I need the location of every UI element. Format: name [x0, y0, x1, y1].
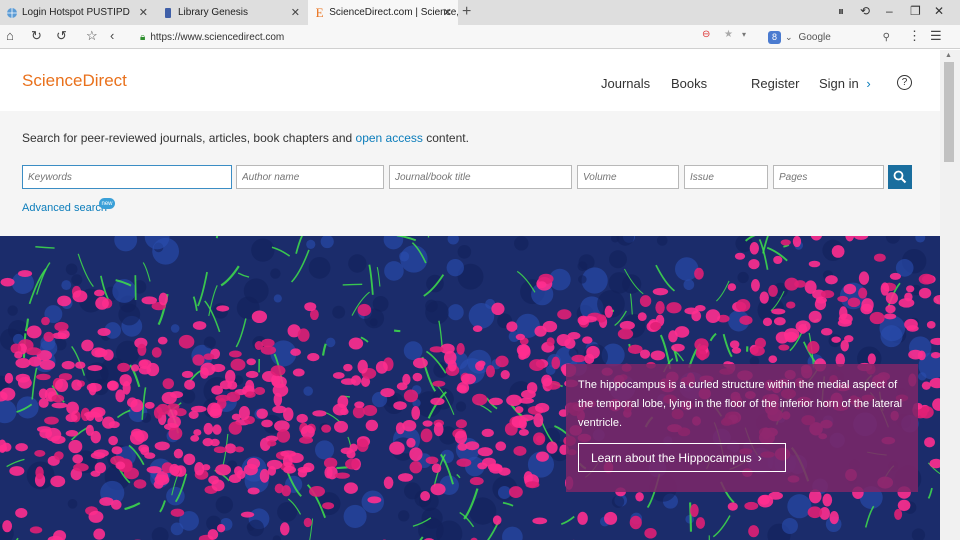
browser-tab-bar: Login Hotspot PUSTIPD ✕ Library Genesis …	[0, 0, 960, 25]
help-icon[interactable]: ?	[897, 75, 912, 90]
search-icon: ⚲	[882, 31, 890, 43]
search-intro: Search for peer-reviewed journals, artic…	[22, 131, 469, 145]
search-icon	[893, 170, 907, 184]
journal-input[interactable]	[389, 165, 572, 189]
library-icon	[162, 7, 174, 19]
tab-library-genesis[interactable]: Library Genesis ✕	[156, 0, 306, 25]
url-field[interactable]: 🔒︎ https://www.sciencedirect.com	[140, 29, 690, 46]
history-icon[interactable]: ↺	[56, 28, 67, 44]
scrollbar-thumb[interactable]	[944, 62, 954, 162]
hero-caption-text: The hippocampus is a curled structure wi…	[578, 379, 903, 429]
issue-input[interactable]	[684, 165, 768, 189]
dropdown-icon[interactable]: ▾	[742, 30, 746, 39]
learn-button-label: Learn about the Hippocampus	[591, 450, 752, 465]
keywords-input[interactable]	[22, 165, 232, 189]
advanced-search-link[interactable]: Advanced search	[22, 202, 107, 214]
reload-icon[interactable]: ↻	[31, 28, 42, 44]
nav-journals[interactable]: Journals	[601, 76, 650, 91]
vertical-scrollbar[interactable]: ▲	[940, 50, 960, 540]
pages-input[interactable]	[773, 165, 884, 189]
author-input[interactable]	[236, 165, 384, 189]
lock-icon: 🔒︎	[140, 32, 146, 43]
nav-register[interactable]: Register	[751, 76, 799, 91]
tab-sciencedirect[interactable]: E ScienceDirect.com | Science, h ✕	[308, 0, 458, 25]
more-menu-icon[interactable]: ⋮	[908, 28, 921, 44]
nav-books[interactable]: Books	[671, 76, 707, 91]
home-icon[interactable]: ⌂	[6, 28, 14, 43]
hero-banner: The hippocampus is a curled structure wi…	[0, 236, 940, 540]
intro-text: Search for peer-reviewed journals, artic…	[22, 131, 356, 145]
sciencedirect-logo[interactable]: ScienceDirect	[22, 71, 127, 91]
globe-icon	[6, 7, 18, 19]
open-access-link[interactable]: open access	[356, 131, 423, 145]
search-engine-icon: 8	[768, 30, 781, 44]
intro-text-end: content.	[422, 131, 469, 145]
url-text: https://www.sciencedirect.com	[150, 32, 285, 43]
blocked-icon[interactable]: ⊖	[702, 29, 710, 40]
hamburger-menu-icon[interactable]: ☰	[930, 28, 942, 44]
learn-hippocampus-button[interactable]: Learn about the Hippocampus ›	[578, 443, 786, 472]
search-section: Search for peer-reviewed journals, artic…	[0, 111, 940, 236]
restore-icon[interactable]: ❐	[910, 4, 921, 18]
hero-caption: The hippocampus is a curled structure wi…	[566, 364, 918, 492]
search-engine-label: Google	[798, 31, 831, 43]
search-button[interactable]	[888, 165, 912, 189]
site-header: ScienceDirect Journals Books Register Si…	[0, 50, 940, 111]
refresh-icon[interactable]: ⟲	[860, 4, 870, 18]
address-bar: ⌂ ↻ ↺ ☆ ‹ 🔒︎ https://www.sciencedirect.c…	[0, 25, 960, 49]
favorite-star-icon[interactable]: ★	[724, 29, 733, 40]
browser-search-box[interactable]: 8 ⌄ Google ⚲	[768, 29, 890, 45]
elsevier-icon: E	[315, 4, 324, 20]
tab-title: Library Genesis	[178, 7, 249, 18]
new-tab-icon[interactable]: +	[462, 3, 471, 21]
back-icon[interactable]: ‹	[110, 28, 114, 43]
volume-input[interactable]	[577, 165, 679, 189]
chevron-right-icon: ›	[757, 450, 762, 465]
chevron-right-icon: ›	[866, 76, 871, 91]
close-window-icon[interactable]: ✕	[934, 4, 944, 18]
close-tab-icon[interactable]: ✕	[291, 6, 300, 19]
new-badge: new	[99, 198, 115, 209]
pause-icon[interactable]: ⏸	[838, 4, 844, 19]
page-content: ScienceDirect Journals Books Register Si…	[0, 50, 940, 540]
chevron-down-icon: ⌄	[785, 31, 793, 42]
tab-login-hotspot[interactable]: Login Hotspot PUSTIPD ✕	[0, 0, 154, 25]
minimize-icon[interactable]: –	[886, 4, 893, 18]
close-tab-icon[interactable]: ✕	[139, 6, 148, 19]
nav-signin[interactable]: Sign in ›	[819, 76, 871, 91]
tab-title: ScienceDirect.com | Science, h	[329, 7, 458, 18]
signin-label: Sign in	[819, 76, 859, 91]
close-tab-icon[interactable]: ✕	[443, 6, 452, 19]
bookmark-star-icon[interactable]: ☆	[86, 28, 98, 44]
scroll-up-icon[interactable]: ▲	[945, 52, 952, 59]
tab-title: Login Hotspot PUSTIPD	[22, 7, 130, 18]
